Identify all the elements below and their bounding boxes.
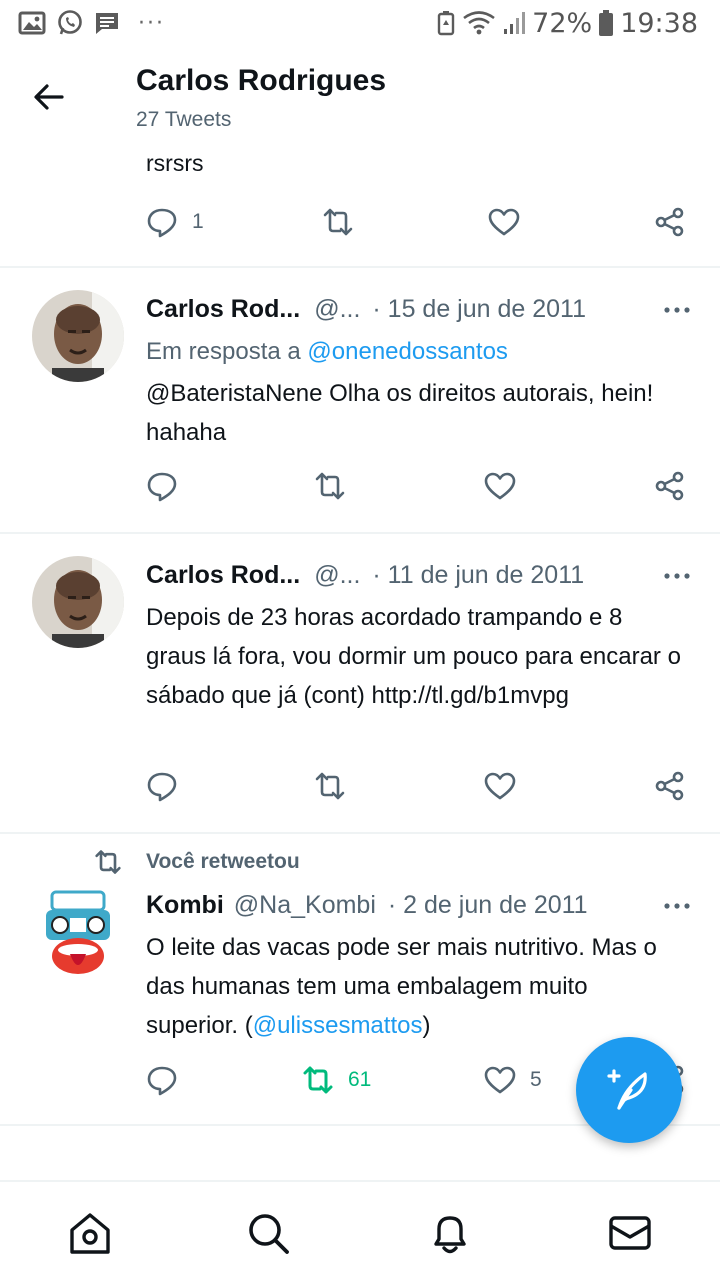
retweet-icon [303,1066,333,1094]
profile-header: Carlos Rodrigues 27 Tweets [0,46,720,146]
more-icon[interactable] [662,298,692,322]
tweet-text: Depois de 23 horas acordado trampando e … [146,604,681,709]
whatsapp-icon [58,10,82,35]
tweet-date: · 15 de jun de 2011 [372,294,587,323]
share-button[interactable] [654,206,686,238]
reply-icon [147,208,177,238]
retweet-icon [315,772,345,800]
status-overflow: ··· [138,10,165,36]
tweet-text: @BateristaNene Olha os direitos autorais… [146,380,654,446]
retweet-button[interactable] [314,770,346,802]
retweet-icon [315,472,345,500]
retweet-icon [323,208,353,236]
reply-icon [147,772,177,802]
tweet-header: Kombi @Na_Kombi · 2 de jun de 2011 [146,888,694,922]
retweet-button[interactable] [314,470,346,502]
tweet-text: O leite das vacas pode ser mais nutritiv… [146,928,686,1045]
signal-icon [504,12,526,34]
battery-saver-icon [437,11,455,36]
like-button[interactable]: 5 [484,1064,542,1096]
back-arrow-icon[interactable] [32,80,66,114]
retweet-count: 61 [348,1068,372,1091]
retweet-button[interactable] [322,206,354,238]
tweet-count: 27 Tweets [136,108,232,131]
avatar-photo [32,556,124,648]
status-bar-right: 72% 19:38 [436,8,698,39]
like-button[interactable] [484,770,516,802]
share-icon [655,471,684,501]
home-icon[interactable] [67,1210,113,1256]
tweet-header: Carlos Rod... @... · 11 de jun de 2011 [146,558,694,592]
battery-icon [599,10,614,36]
reply-button[interactable]: 1 [146,206,204,238]
reply-icon [147,1066,177,1096]
tweet-header: Carlos Rod... @... · 15 de jun de 2011 [146,292,694,326]
reply-button[interactable] [146,470,178,502]
tweet-text-part: ) [422,1012,431,1039]
like-button[interactable] [488,206,520,238]
battery-percent: 72% [532,7,593,39]
like-icon [484,1066,516,1094]
reply-context: Em resposta a @onenedossantos [146,338,508,366]
share-button[interactable] [654,470,686,502]
kombi-logo [32,884,124,976]
reply-prefix: Em resposta a [146,338,301,365]
tweet-text: rsrsrs [146,150,204,176]
tweet-date: · 11 de jun de 2011 [372,560,585,589]
tweet-actions: 1 [146,206,694,246]
tweet-date: · 2 de jun de 2011 [387,890,588,919]
status-bar-left: ··· [18,9,165,37]
page-title: Carlos Rodrigues [136,64,387,97]
messages-icon[interactable] [607,1210,653,1256]
author-name[interactable]: Carlos Rod... [146,295,300,324]
search-icon[interactable] [245,1210,291,1256]
author-name[interactable]: Carlos Rod... [146,561,300,590]
reply-icon [147,472,177,502]
reply-button[interactable] [146,1064,178,1096]
clock: 19:38 [620,7,698,39]
avatar[interactable] [32,290,124,382]
compose-icon [607,1069,647,1110]
tweet-actions [146,770,694,810]
more-icon[interactable] [662,564,692,588]
avatar[interactable] [32,884,124,976]
avatar-photo [32,290,124,382]
notifications-icon[interactable] [427,1210,473,1256]
gallery-icon [18,11,46,35]
share-icon [655,771,684,801]
wifi-icon [463,11,495,35]
like-button[interactable] [484,470,516,502]
retweet-button[interactable]: 61 [302,1064,371,1096]
bottom-navigation [0,1180,720,1280]
compose-tweet-button[interactable] [576,1037,682,1143]
share-icon [655,207,684,237]
mention-link[interactable]: @ulissesmattos [253,1012,423,1039]
like-count: 5 [530,1068,542,1091]
reply-button[interactable] [146,770,178,802]
author-name[interactable]: Kombi [146,891,224,920]
share-button[interactable] [654,770,686,802]
author-handle: @Na_Kombi [233,890,376,919]
avatar[interactable] [32,556,124,648]
tweet-item[interactable]: Carlos Rod... @... · 15 de jun de 2011 E… [0,266,720,532]
like-icon [484,772,516,800]
status-bar: ··· 72% 19:38 [0,0,720,46]
author-handle: @... [314,294,361,323]
like-icon [488,208,520,236]
tweet-actions [146,470,694,510]
message-icon [96,13,118,34]
more-icon[interactable] [662,894,692,918]
tweet-item[interactable]: Carlos Rod... @... · 11 de jun de 2011 D… [0,532,720,832]
author-handle: @... [314,560,361,589]
reply-to-link[interactable]: @onenedossantos [307,338,508,365]
like-icon [484,472,516,500]
reply-count: 1 [192,210,204,233]
